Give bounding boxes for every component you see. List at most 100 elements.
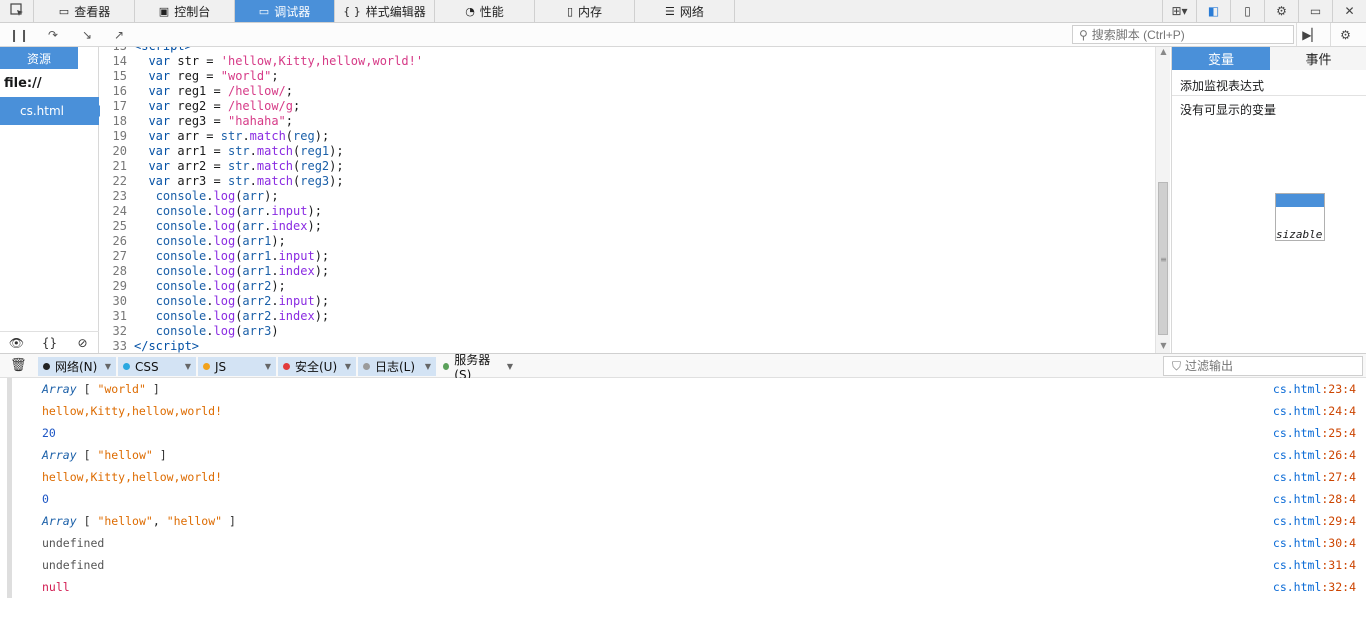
tab-network[interactable]: ☰ 网络 <box>635 0 735 22</box>
line-number[interactable]: 15 <box>100 69 127 84</box>
split-layout-icon[interactable]: ⊞▾ <box>1162 0 1196 22</box>
separate-window-icon[interactable]: ▭ <box>1298 0 1332 22</box>
code-line[interactable]: 16 var reg1 = /hellow/; <box>100 84 293 99</box>
code-line[interactable]: 14 var str = 'hellow,Kitty,hellow,world!… <box>100 54 424 69</box>
message-source-link[interactable]: cs.html:30:4 <box>1273 532 1356 554</box>
line-number[interactable]: 24 <box>100 204 127 219</box>
line-number[interactable]: 20 <box>100 144 127 159</box>
message-source-link[interactable]: cs.html:26:4 <box>1273 444 1356 466</box>
message-source-link[interactable]: cs.html:23:4 <box>1273 378 1356 400</box>
line-number[interactable]: 17 <box>100 99 127 114</box>
filter-button[interactable]: 网络(N) ▼ <box>38 357 116 376</box>
line-number[interactable]: 23 <box>100 189 127 204</box>
console-message[interactable]: hellow,Kitty,hellow,world! <box>42 466 222 488</box>
output-filter-input[interactable] <box>1185 359 1356 373</box>
scroll-up-icon[interactable]: ▲ <box>1156 47 1171 56</box>
code-line[interactable]: 26 console.log(arr1); <box>100 234 286 249</box>
add-watch-expression[interactable]: 添加监视表达式 <box>1180 77 1264 94</box>
tab-variables[interactable]: 变量 <box>1172 47 1270 70</box>
step-out-button[interactable]: ↗ <box>104 23 134 46</box>
code-line[interactable]: 23 console.log(arr); <box>100 189 279 204</box>
close-icon[interactable]: ✕ <box>1332 0 1366 22</box>
line-number[interactable]: 30 <box>100 294 127 309</box>
search-scripts-box[interactable]: ⚲ <box>1072 25 1294 44</box>
code-line[interactable]: 22 var arr3 = str.match(reg3); <box>100 174 344 189</box>
message-source-link[interactable]: cs.html:28:4 <box>1273 488 1356 510</box>
element-picker-button[interactable] <box>0 0 34 22</box>
message-source-link[interactable]: cs.html:31:4 <box>1273 554 1356 576</box>
line-number[interactable]: 27 <box>100 249 127 264</box>
output-filter-box[interactable]: ⛉ <box>1163 356 1363 376</box>
line-number[interactable]: 22 <box>100 174 127 189</box>
message-source-link[interactable]: cs.html:29:4 <box>1273 510 1356 532</box>
console-message[interactable]: undefined <box>42 532 104 554</box>
tab-console[interactable]: ▣ 控制台 <box>135 0 235 22</box>
filter-button[interactable]: 安全(U) ▼ <box>278 357 356 376</box>
code-line[interactable]: 15 var reg = "world"; <box>100 69 279 84</box>
filter-button[interactable]: JS ▼ <box>198 357 276 376</box>
line-number[interactable]: 26 <box>100 234 127 249</box>
console-message[interactable]: 20 <box>42 422 56 444</box>
clear-console-icon[interactable]: 🗑 <box>10 358 27 373</box>
line-number[interactable]: 31 <box>100 309 127 324</box>
tab-performance[interactable]: ◔ 性能 <box>435 0 535 22</box>
code-line[interactable]: 19 var arr = str.match(reg); <box>100 129 330 144</box>
code-line[interactable]: 33 </script> <box>100 339 199 353</box>
code-line[interactable]: 18 var reg3 = "hahaha"; <box>100 114 293 129</box>
line-number[interactable]: 29 <box>100 279 127 294</box>
message-source-link[interactable]: cs.html:24:4 <box>1273 400 1356 422</box>
tab-events[interactable]: 事件 <box>1270 47 1366 70</box>
code-line[interactable]: 21 var arr2 = str.match(reg2); <box>100 159 344 174</box>
line-number[interactable]: 13 <box>100 47 127 54</box>
step-in-button[interactable]: ↘ <box>72 23 102 46</box>
filter-button[interactable]: 服务器(S) ▼ <box>438 353 518 382</box>
scroll-down-icon[interactable]: ▼ <box>1156 341 1171 350</box>
line-number[interactable]: 16 <box>100 84 127 99</box>
dock-side-icon[interactable]: ◧ <box>1196 0 1230 22</box>
search-scripts-input[interactable] <box>1091 27 1282 42</box>
console-message[interactable]: null <box>42 576 70 598</box>
code-line[interactable]: 29 console.log(arr2); <box>100 279 286 294</box>
code-line[interactable]: 20 var arr1 = str.match(reg1); <box>100 144 344 159</box>
console-message[interactable]: Array [ "world" ] <box>42 378 160 400</box>
code-line[interactable]: 32 console.log(arr3) <box>100 324 279 339</box>
code-line[interactable]: 17 var reg2 = /hellow/g; <box>100 99 301 114</box>
code-line[interactable]: 24 console.log(arr.input); <box>100 204 322 219</box>
line-number[interactable]: 21 <box>100 159 127 174</box>
console-message[interactable]: 0 <box>42 488 49 510</box>
code-line[interactable]: 31 console.log(arr2.index); <box>100 309 330 324</box>
tab-debugger[interactable]: ▭ 调试器 <box>235 0 335 22</box>
code-line[interactable]: 25 console.log(arr.index); <box>100 219 322 234</box>
console-message[interactable]: hellow,Kitty,hellow,world! <box>42 400 222 422</box>
sources-header-tab[interactable]: 资源 <box>0 47 78 69</box>
console-message[interactable]: Array [ "hellow", "hellow" ] <box>42 510 236 532</box>
settings-icon[interactable]: ⚙ <box>1264 0 1298 22</box>
tab-memory[interactable]: ▯ 内存 <box>535 0 635 22</box>
console-message[interactable]: Array [ "hellow" ] <box>42 444 167 466</box>
filter-button[interactable]: 日志(L) ▼ <box>358 357 436 376</box>
responsive-mode-icon[interactable]: ▯ <box>1230 0 1264 22</box>
line-number[interactable]: 19 <box>100 129 127 144</box>
line-number[interactable]: 28 <box>100 264 127 279</box>
pretty-print-icon[interactable]: {} <box>33 336 66 350</box>
message-source-link[interactable]: cs.html:32:4 <box>1273 576 1356 598</box>
resizable-box[interactable]: sizable-p <box>1275 193 1325 241</box>
line-number[interactable]: 18 <box>100 114 127 129</box>
line-number[interactable]: 25 <box>100 219 127 234</box>
line-number[interactable]: 32 <box>100 324 127 339</box>
black-box-icon[interactable]: 👁 <box>0 336 33 350</box>
line-number[interactable]: 33 <box>100 339 127 353</box>
code-editor[interactable]: 13<script>14 var str = 'hellow,Kitty,hel… <box>100 47 1155 353</box>
toggle-panes-button[interactable]: ▶▏ <box>1296 23 1326 46</box>
code-line[interactable]: 30 console.log(arr2.input); <box>100 294 330 309</box>
tab-inspector[interactable]: ▭ 查看器 <box>35 0 135 22</box>
tab-style-editor[interactable]: { } 样式编辑器 <box>335 0 435 22</box>
filter-button[interactable]: CSS ▼ <box>118 357 196 376</box>
editor-scrollbar[interactable]: ▲ ≡ ▼ <box>1155 47 1170 353</box>
console-message[interactable]: undefined <box>42 554 104 576</box>
line-number[interactable]: 14 <box>100 54 127 69</box>
message-source-link[interactable]: cs.html:27:4 <box>1273 466 1356 488</box>
source-origin[interactable]: file:// <box>4 76 42 91</box>
toggle-breakpoints-icon[interactable]: ⊘ <box>66 336 99 350</box>
code-line[interactable]: 27 console.log(arr1.input); <box>100 249 330 264</box>
